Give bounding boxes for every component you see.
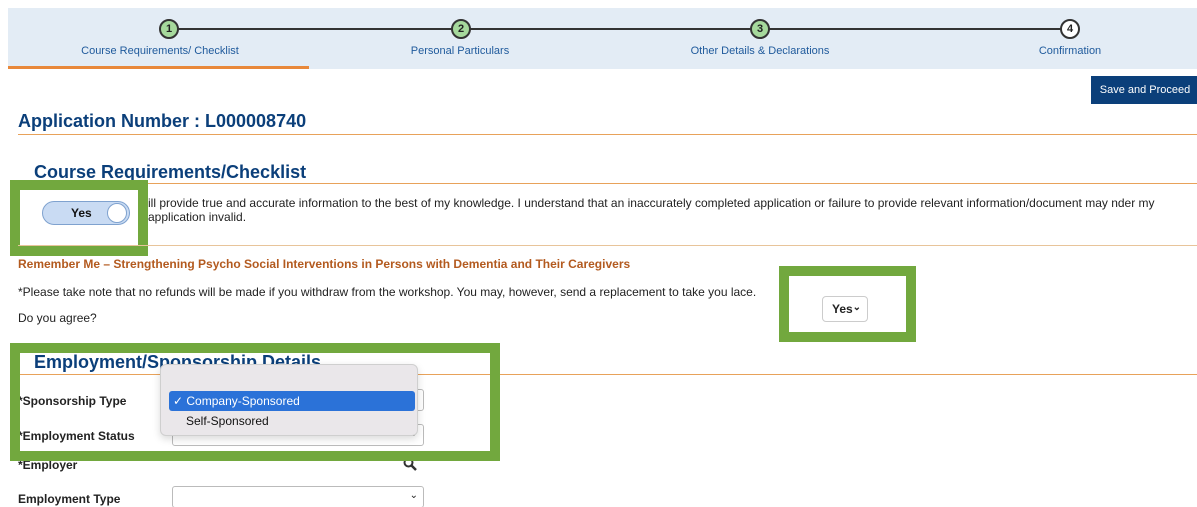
declaration-text: ill provide true and accurate informatio… (148, 196, 1155, 224)
save-and-proceed-button[interactable]: Save and Proceed (1091, 76, 1197, 104)
divider (18, 245, 1197, 246)
progress-stepper: 1 2 3 4 Course Requirements/ Checklist P… (8, 8, 1197, 69)
highlight-box (10, 343, 500, 461)
active-step-underline (8, 66, 309, 69)
employment-type-label: Employment Type (18, 492, 121, 506)
step-2-indicator: 2 (451, 19, 471, 39)
stepper-connector (169, 28, 469, 30)
step-4-label[interactable]: Confirmation (1039, 45, 1101, 57)
agree-question: Do you agree? (18, 311, 97, 325)
course-title: Remember Me – Strengthening Psycho Socia… (18, 257, 631, 271)
step-3-indicator: 3 (750, 19, 770, 39)
step-4-indicator: 4 (1060, 19, 1080, 39)
stepper-connector (469, 28, 769, 30)
employment-type-select[interactable]: ⌄ (172, 486, 424, 507)
step-2-label[interactable]: Personal Particulars (411, 45, 509, 57)
application-number: Application Number : L000008740 (18, 111, 307, 131)
divider (18, 134, 1197, 135)
chevron-down-icon: ⌄ (409, 490, 418, 501)
divider (18, 183, 1197, 184)
step-1-label[interactable]: Course Requirements/ Checklist (81, 45, 239, 57)
step-1-indicator: 1 (159, 19, 179, 39)
refund-note: *Please take note that no refunds will b… (18, 285, 757, 299)
step-3-label[interactable]: Other Details & Declarations (691, 45, 830, 57)
stepper-connector (769, 28, 1069, 30)
highlight-box (779, 266, 916, 342)
